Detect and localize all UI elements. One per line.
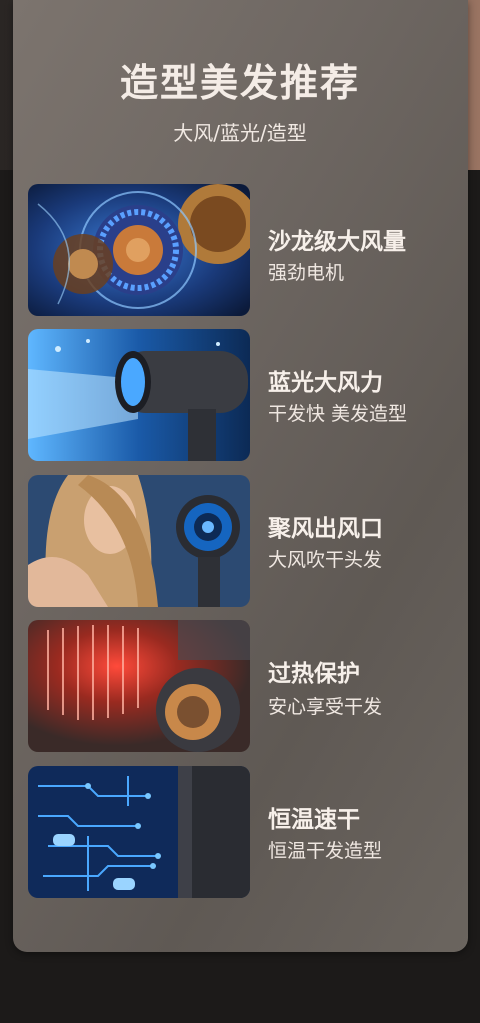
page-subtitle: 大风/蓝光/造型 — [173, 121, 307, 145]
feature-subtitle: 干发快 美发造型 — [268, 403, 408, 425]
feature-item-blue-light[interactable]: 蓝光大风力 干发快 美发造型 — [28, 329, 448, 461]
feature-title: 蓝光大风力 — [268, 370, 383, 396]
feature-title: 过热保护 — [268, 661, 360, 687]
feature-item-overheat[interactable]: 过热保护 安心享受干发 — [28, 620, 448, 752]
feature-item-motor[interactable]: 沙龙级大风量 强劲电机 — [28, 184, 448, 316]
feature-item-nozzle[interactable]: 聚风出风口 大风吹干头发 — [28, 475, 448, 607]
feature-subtitle: 大风吹干头发 — [268, 549, 383, 571]
feature-title: 聚风出风口 — [268, 516, 383, 542]
feature-subtitle: 恒温干发造型 — [268, 840, 383, 862]
feature-subtitle: 强劲电机 — [268, 262, 345, 284]
heating-element-image — [28, 620, 250, 752]
feature-title: 恒温速干 — [268, 807, 360, 833]
feature-title: 沙龙级大风量 — [268, 229, 406, 255]
model-hair-image — [28, 475, 250, 607]
page-title: 造型美发推荐 — [119, 61, 360, 105]
motor-image — [28, 184, 250, 316]
feature-subtitle: 安心享受干发 — [268, 696, 383, 718]
circuit-board-image — [28, 766, 250, 898]
feature-item-constant-temp[interactable]: 恒温速干 恒温干发造型 — [28, 766, 448, 898]
blue-light-dryer-image — [28, 329, 250, 461]
